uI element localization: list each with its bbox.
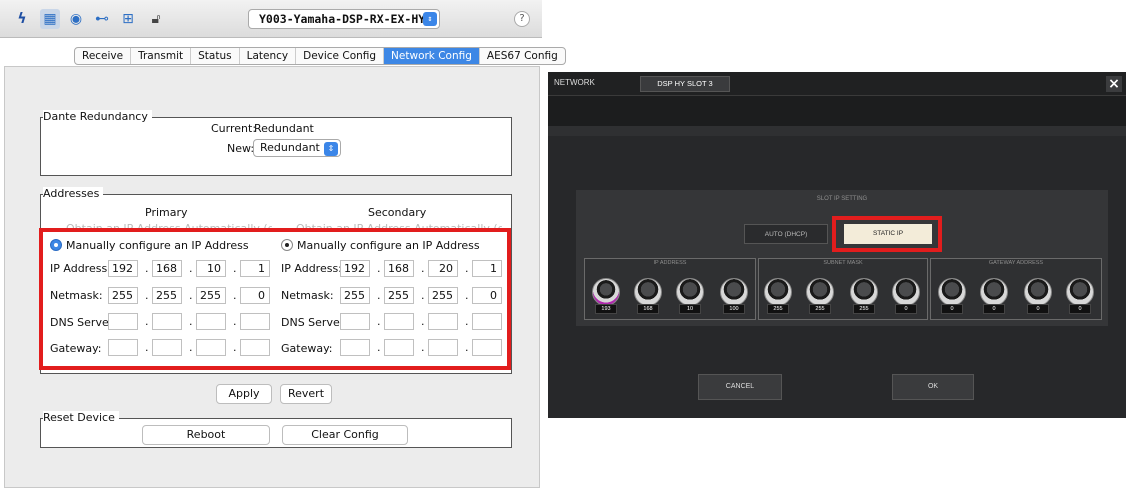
tab-bar: Receive Transmit Status Latency Device C… bbox=[74, 47, 566, 65]
ip-value-3: 10 bbox=[679, 304, 701, 314]
gateway-value-1: 0 bbox=[941, 304, 963, 314]
subnet-knob-2[interactable] bbox=[806, 278, 834, 306]
redundancy-title: Dante Redundancy bbox=[43, 110, 152, 123]
subnet-knob-3[interactable] bbox=[850, 278, 878, 306]
header-divider bbox=[548, 126, 1126, 136]
network-view-icon[interactable]: ▦ bbox=[40, 9, 60, 29]
tab-status[interactable]: Status bbox=[191, 48, 240, 64]
ip-knob-1[interactable] bbox=[592, 278, 620, 306]
reset-device-title: Reset Device bbox=[43, 411, 119, 424]
dante-logo-icon[interactable]: ϟ bbox=[12, 9, 32, 29]
tab-latency[interactable]: Latency bbox=[240, 48, 297, 64]
header-band bbox=[548, 96, 1126, 126]
current-label: Current: bbox=[211, 122, 257, 135]
tab-device-config[interactable]: Device Config bbox=[296, 48, 385, 64]
gateway-address-title: GATEWAY ADDRESS bbox=[988, 260, 1044, 266]
help-button[interactable]: ? bbox=[514, 11, 530, 27]
close-icon[interactable]: × bbox=[1106, 76, 1122, 92]
gateway-knob-3[interactable] bbox=[1024, 278, 1052, 306]
tab-network-config[interactable]: Network Config bbox=[384, 48, 480, 64]
subnet-value-2: 255 bbox=[809, 304, 831, 314]
eye-icon[interactable]: ◉ bbox=[66, 9, 86, 29]
grid-add-icon[interactable]: ⊞ bbox=[118, 9, 138, 29]
gateway-value-4: 0 bbox=[1069, 304, 1091, 314]
gateway-knob-1[interactable] bbox=[938, 278, 966, 306]
chevron-updown-icon: ⇕ bbox=[324, 142, 338, 156]
addresses-title: Addresses bbox=[43, 187, 104, 200]
cancel-button[interactable]: CANCEL bbox=[698, 374, 782, 400]
ip-knob-2[interactable] bbox=[634, 278, 662, 306]
ip-value-2: 168 bbox=[637, 304, 659, 314]
yamaha-network-screen: NETWORK DSP HY SLOT 3 × SLOT IP SETTING … bbox=[548, 72, 1126, 418]
auto-dhcp-button[interactable]: AUTO (DHCP) bbox=[744, 224, 828, 244]
ip-knob-4[interactable] bbox=[720, 278, 748, 306]
subnet-value-4: 0 bbox=[895, 304, 917, 314]
subnet-mask-title: SUBNET MASK bbox=[823, 260, 863, 266]
reboot-button[interactable]: Reboot bbox=[142, 425, 270, 445]
clear-config-button[interactable]: Clear Config bbox=[282, 425, 408, 445]
gateway-value-2: 0 bbox=[983, 304, 1005, 314]
lock-open-icon[interactable]: 🔓︎ bbox=[146, 9, 166, 29]
gateway-value-3: 0 bbox=[1027, 304, 1049, 314]
tab-receive[interactable]: Receive bbox=[75, 48, 132, 64]
highlight-box bbox=[832, 216, 942, 252]
secondary-heading: Secondary bbox=[368, 206, 427, 219]
subnet-value-1: 255 bbox=[767, 304, 789, 314]
tab-aes67-config[interactable]: AES67 Config bbox=[480, 48, 565, 64]
primary-heading: Primary bbox=[145, 206, 188, 219]
toolbar: ϟ ▦ ◉ ⊷ ⊞ 🔓︎ Y003-Yamaha-DSP-RX-EX-HY3 ⇕… bbox=[0, 0, 542, 38]
tab-transmit[interactable]: Transmit bbox=[131, 48, 192, 64]
subnet-knob-4[interactable] bbox=[892, 278, 920, 306]
apply-button[interactable]: Apply bbox=[216, 384, 272, 404]
device-link-icon[interactable]: ⊷ bbox=[92, 9, 112, 29]
gateway-knob-4[interactable] bbox=[1066, 278, 1094, 306]
ip-knob-3[interactable] bbox=[676, 278, 704, 306]
device-selector[interactable]: Y003-Yamaha-DSP-RX-EX-HY3 ⇕ bbox=[248, 9, 440, 29]
title-bar: NETWORK DSP HY SLOT 3 × bbox=[548, 72, 1126, 96]
ok-button[interactable]: OK bbox=[892, 374, 974, 400]
current-value: Redundant bbox=[254, 122, 314, 135]
redundancy-select[interactable]: Redundant ⇕ bbox=[253, 139, 341, 157]
subnet-knob-1[interactable] bbox=[764, 278, 792, 306]
ip-address-title: IP ADDRESS bbox=[653, 260, 687, 266]
gateway-knob-2[interactable] bbox=[980, 278, 1008, 306]
revert-button[interactable]: Revert bbox=[280, 384, 332, 404]
device-name: Y003-Yamaha-DSP-RX-EX-HY3 bbox=[259, 12, 433, 26]
reset-device-group: Reset Device bbox=[40, 411, 512, 448]
highlight-box bbox=[39, 228, 511, 370]
ip-value-4: 100 bbox=[723, 304, 745, 314]
ip-value-1: 193 bbox=[595, 304, 617, 314]
chevron-updown-icon: ⇕ bbox=[423, 12, 437, 26]
subnet-value-3: 255 bbox=[853, 304, 875, 314]
slot-tab[interactable]: DSP HY SLOT 3 bbox=[640, 76, 730, 92]
redundancy-select-value: Redundant bbox=[260, 141, 320, 154]
dante-device-view: ϟ ▦ ◉ ⊷ ⊞ 🔓︎ Y003-Yamaha-DSP-RX-EX-HY3 ⇕… bbox=[0, 0, 566, 494]
window-title: NETWORK bbox=[554, 78, 595, 87]
new-label: New: bbox=[227, 142, 255, 155]
slot-ip-setting-title: SLOT IP SETTING bbox=[816, 196, 868, 202]
